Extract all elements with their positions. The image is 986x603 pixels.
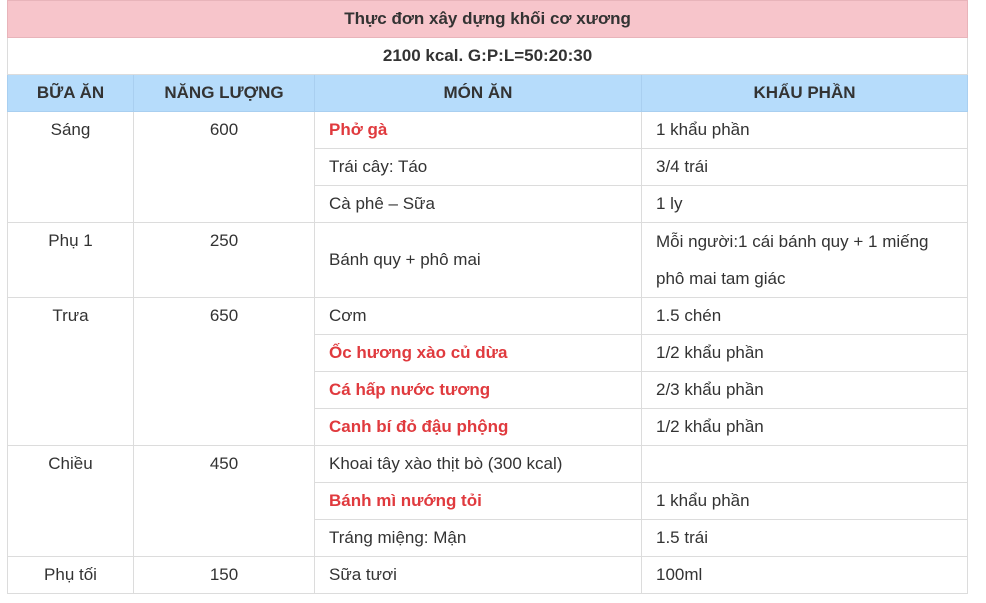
meal-plan-table: Thực đơn xây dựng khối cơ xương 2100 kca…: [6, 0, 969, 594]
dish-cell: Cà phê – Sữa: [314, 185, 642, 223]
dish-cell: Khoai tây xào thịt bò (300 kcal): [314, 445, 642, 483]
dish-cell: Cơm: [314, 297, 642, 335]
dish-link-text[interactable]: Cá hấp nước tương: [329, 380, 490, 399]
dish-link-text[interactable]: Bánh mì nướng tỏi: [329, 491, 482, 510]
header-meal: BỮA ĂN: [7, 74, 134, 112]
meal-name-cell: Chiều: [7, 445, 134, 557]
dish-cell: Phở gà: [314, 111, 642, 149]
table-row: Phụ 1 250 Bánh quy + phô mai Mỗi người:1 cá…: [7, 222, 969, 298]
meal-energy-cell: 650: [133, 297, 315, 446]
portion-cell: Mỗi người:1 cái bánh quy + 1 miếng phô m…: [640, 222, 969, 298]
meal-energy-cell: 250: [133, 222, 315, 298]
subtitle-row: 2100 kcal. G:P:L=50:20:30: [6, 37, 969, 75]
table-title: Thực đơn xây dựng khối cơ xương: [6, 0, 969, 38]
dish-cell: Tráng miệng: Mận: [314, 519, 642, 557]
portion-cell: 3/4 trái: [640, 148, 969, 186]
dish-text: Trái cây: Táo: [329, 157, 428, 176]
header-energy: NĂNG LƯỢNG: [133, 74, 315, 112]
dish-cell: Bánh quy + phô mai: [314, 222, 642, 298]
column-header-row: BỮA ĂN NĂNG LƯỢNG MÓN ĂN KHẨU PHẦN: [7, 74, 969, 112]
portion-cell: 1 khẩu phần: [640, 111, 969, 149]
portion-cell: 1 ly: [640, 185, 969, 223]
meal-energy-cell: 450: [133, 445, 315, 557]
meal-energy-cell: 150: [133, 556, 315, 594]
portion-cell: [640, 445, 969, 483]
dish-text: Cà phê – Sữa: [329, 194, 435, 213]
dish-text: Khoai tây xào thịt bò (300 kcal): [329, 454, 563, 473]
portion-cell: 1 khẩu phần: [640, 482, 969, 520]
portion-cell: 1/2 khẩu phần: [640, 408, 969, 446]
table-row: Phụ tối 150 Sữa tươi 100ml: [7, 556, 969, 594]
dish-text: Bánh quy + phô mai: [329, 250, 481, 269]
dish-text: Tráng miệng: Mận: [329, 528, 467, 547]
dish-text: Cơm: [329, 306, 367, 325]
meal-name-cell: Phụ tối: [7, 556, 134, 594]
dish-cell: Ốc hương xào củ dừa: [314, 334, 642, 372]
table-subtitle: 2100 kcal. G:P:L=50:20:30: [6, 37, 969, 75]
portion-cell: 1/2 khẩu phần: [640, 334, 969, 372]
dish-cell: Cá hấp nước tương: [314, 371, 642, 409]
portion-cell: 100ml: [640, 556, 969, 594]
title-row: Thực đơn xây dựng khối cơ xương: [6, 0, 969, 38]
dish-cell: Canh bí đỏ đậu phộng: [314, 408, 642, 446]
meal-name-cell: Sáng: [7, 111, 134, 223]
meal-name-cell: Phụ 1: [7, 222, 134, 298]
dish-link-text[interactable]: Phở gà: [329, 120, 387, 139]
header-portion: KHẨU PHẦN: [640, 74, 969, 112]
dish-cell: Bánh mì nướng tỏi: [314, 482, 642, 520]
header-dish: MÓN ĂN: [314, 74, 642, 112]
meal-name-cell: Trưa: [7, 297, 134, 446]
portion-cell: 1.5 chén: [640, 297, 969, 335]
dish-text: Sữa tươi: [329, 565, 397, 584]
portion-cell: 2/3 khẩu phần: [640, 371, 969, 409]
portion-cell: 1.5 trái: [640, 519, 969, 557]
menu-body: Sáng 600 Phở gà 1 khẩu phần Trái cây: Táo 3/4…: [7, 111, 969, 594]
meal-energy-cell: 600: [133, 111, 315, 223]
dish-cell: Trái cây: Táo: [314, 148, 642, 186]
table-row: Trưa 650 Cơm 1.5 chén: [7, 297, 969, 446]
table-row: Chiều 450 Khoai tây xào thịt bò (300 kcal): [7, 445, 969, 557]
dish-link-text[interactable]: Canh bí đỏ đậu phộng: [329, 417, 508, 436]
dish-link-text[interactable]: Ốc hương xào củ dừa: [329, 343, 507, 362]
table-row: Sáng 600 Phở gà 1 khẩu phần: [7, 111, 969, 223]
dish-cell: Sữa tươi: [314, 556, 642, 594]
